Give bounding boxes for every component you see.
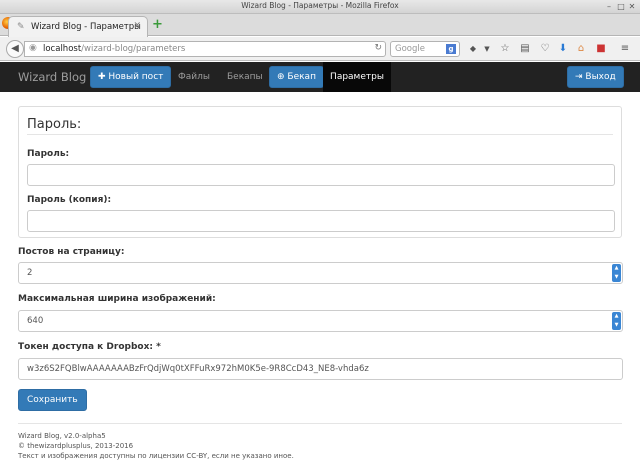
posts-per-page-stepper[interactable]: ▲ ▼: [612, 264, 621, 282]
back-button[interactable]: ◀: [6, 40, 24, 58]
menu-icon[interactable]: ≡: [618, 42, 632, 56]
nav-parameters[interactable]: Параметры: [323, 62, 391, 92]
logout-label: Выход: [585, 72, 616, 82]
backup-button[interactable]: ⊕ Бекап: [269, 66, 324, 88]
nav-backups[interactable]: Бекапы: [227, 72, 263, 82]
browser-navbar: ◉ localhost/wizard-blog/parameters ↻ ◀ G…: [0, 37, 640, 61]
posts-per-page-label: Постов на страницу:: [18, 247, 125, 257]
pocket-icon[interactable]: ♡: [538, 42, 552, 56]
new-tab-icon[interactable]: +: [152, 18, 163, 31]
new-post-label: Новый пост: [108, 72, 164, 82]
addon-icon[interactable]: ■: [594, 42, 608, 56]
close-window-icon[interactable]: ✕: [627, 2, 637, 12]
logout-icon: ⇥: [575, 72, 586, 82]
dropbox-token-label: Токен доступа к Dropbox: *: [18, 342, 161, 352]
password-confirm-label: Пароль (копия):: [27, 195, 112, 205]
adblock-icon[interactable]: ◆: [466, 42, 480, 56]
logout-button[interactable]: ⇥ Выход: [567, 66, 624, 88]
save-button[interactable]: Сохранить: [18, 389, 87, 411]
max-image-width-value: 640: [27, 316, 44, 326]
password-legend: Пароль:: [27, 117, 82, 132]
url-text: localhost/wizard-blog/parameters: [43, 44, 186, 54]
password-confirm-input[interactable]: [27, 210, 615, 232]
url-bar[interactable]: ◉ localhost/wizard-blog/parameters ↻: [24, 41, 386, 57]
globe-icon: ◉: [29, 43, 37, 53]
brand-link[interactable]: Wizard Blog: [18, 70, 86, 84]
footer-copyright: © thewizardplusplus, 2013-2016: [18, 442, 134, 450]
reload-icon[interactable]: ↻: [374, 43, 382, 53]
legend-divider: [27, 134, 613, 135]
bookmark-star-icon[interactable]: ☆: [498, 42, 512, 56]
app-navbar: Wizard Blog ✚ Новый пост Файлы Бекапы ⊕ …: [0, 62, 640, 92]
posts-per-page-input[interactable]: 2 ▲ ▼: [18, 262, 623, 284]
dropbox-token-input[interactable]: w3z6S2FQBlwAAAAAAABzFrQdjWq0tXFFuRx972hM…: [18, 358, 623, 380]
browser-tab[interactable]: ✎ Wizard Blog - Параметры ✕: [8, 16, 148, 37]
tab-strip: ✎ Wizard Blog - Параметры ✕ +: [0, 14, 640, 37]
home-icon[interactable]: ⌂: [574, 42, 588, 56]
footer-license: Текст и изображения доступны по лицензии…: [18, 452, 294, 460]
page-favicon-icon: ✎: [17, 22, 25, 32]
backup-icon: ⊕: [277, 72, 288, 82]
reading-list-icon[interactable]: ▤: [518, 42, 532, 56]
tab-close-icon[interactable]: ✕: [133, 21, 141, 31]
download-icon[interactable]: ⬇: [556, 42, 570, 56]
password-label: Пароль:: [27, 149, 70, 159]
password-fieldset: Пароль: Пароль: Пароль (копия):: [18, 106, 622, 238]
nav-files[interactable]: Файлы: [178, 72, 210, 82]
password-input[interactable]: [27, 164, 615, 186]
maximize-icon[interactable]: □: [616, 2, 626, 12]
max-image-width-label: Максимальная ширина изображений:: [18, 294, 216, 304]
window-title: Wizard Blog - Параметры - Mozilla Firefo…: [241, 1, 399, 10]
footer-version: Wizard Blog, v2.0-alpha5: [18, 432, 106, 440]
minimize-icon[interactable]: –: [604, 2, 614, 12]
search-bar[interactable]: Google g: [390, 41, 460, 57]
google-icon: g: [446, 44, 456, 54]
chevron-down-icon[interactable]: ▼: [480, 42, 494, 56]
footer-divider: [18, 423, 622, 424]
plus-icon: ✚: [98, 72, 109, 82]
tab-title: Wizard Blog - Параметры: [31, 22, 141, 32]
new-post-button[interactable]: ✚ Новый пост: [90, 66, 172, 88]
max-image-width-input[interactable]: 640 ▲ ▼: [18, 310, 623, 332]
search-placeholder: Google: [395, 44, 425, 54]
posts-per-page-value: 2: [27, 268, 33, 278]
max-image-width-stepper[interactable]: ▲ ▼: [612, 312, 621, 330]
window-titlebar: Wizard Blog - Параметры - Mozilla Firefo…: [0, 0, 640, 14]
backup-label: Бекап: [287, 72, 316, 82]
